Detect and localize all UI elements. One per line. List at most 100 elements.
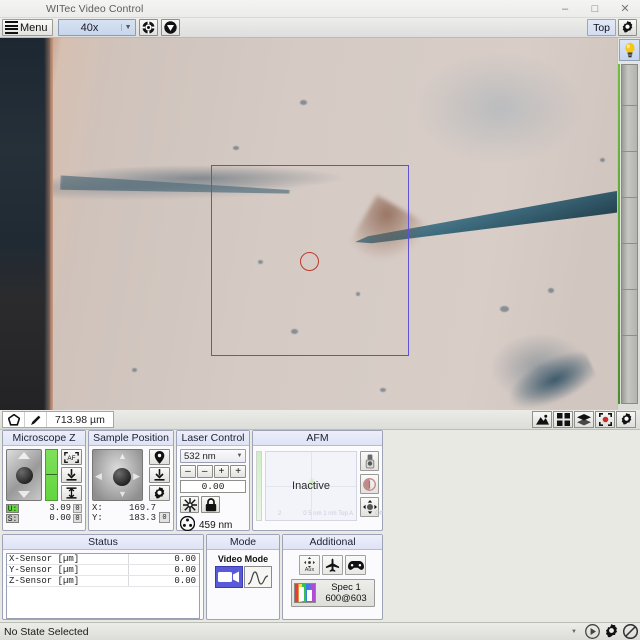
- xy-readouts: X: 169.7 Y: 183.3 0: [92, 503, 170, 523]
- gamepad-button[interactable]: [345, 555, 366, 575]
- afm-status-plot[interactable]: Inactive 2 0 5 nm 1 nm Top A Off: [265, 451, 383, 521]
- hamburger-icon: [5, 21, 18, 34]
- state-value: No State Selected: [4, 625, 89, 638]
- close-button[interactable]: ✕: [610, 0, 640, 18]
- z-position-bar[interactable]: [45, 449, 58, 501]
- image-icon[interactable]: [532, 411, 552, 428]
- marker-pin-button[interactable]: [149, 449, 170, 465]
- status-value: 0.00: [174, 565, 196, 575]
- video-mode-button[interactable]: [214, 566, 243, 588]
- gear-icon[interactable]: [602, 623, 621, 640]
- spec1-line1: Spec 1: [331, 582, 361, 593]
- record-icon[interactable]: [595, 411, 615, 428]
- aux-label: Aux: [304, 567, 315, 573]
- video-view[interactable]: 50.00 µm: [0, 38, 617, 410]
- sample-speck: [600, 158, 605, 162]
- autofocus-button[interactable]: AF: [61, 449, 82, 465]
- xy-readout-row: X: 169.7: [92, 503, 159, 513]
- measure-toolbar: 713.98 µm: [0, 410, 640, 430]
- airplane-button[interactable]: [322, 555, 343, 575]
- laser-spot-marker[interactable]: [300, 252, 319, 271]
- panel-laser-control: Laser Control 532 nm ▼ – – + + 0.00 459 …: [176, 430, 250, 534]
- aperture-icon[interactable]: [179, 515, 196, 534]
- minimize-button[interactable]: –: [550, 0, 580, 18]
- table-row: Y-Sensor [µm] 0.00: [7, 565, 199, 576]
- chevron-down-icon: ▼: [118, 489, 127, 499]
- joystick-knob[interactable]: [15, 466, 33, 484]
- laser-power-value[interactable]: 0.00: [180, 480, 246, 493]
- sample-speck: [380, 388, 386, 392]
- view-tool-buttons: [532, 411, 638, 428]
- play-icon[interactable]: [583, 623, 602, 640]
- witec-video-control-window: WITec Video Control – □ ✕ Menu 40x ▼ Top…: [0, 0, 640, 640]
- z-user-zero-button[interactable]: 0: [73, 503, 82, 513]
- xy-joystick[interactable]: ▲ ▼ ◀ ▶: [92, 449, 143, 501]
- xy-move-down-button[interactable]: [149, 467, 170, 483]
- magnification-select[interactable]: 40x ▼: [57, 19, 136, 36]
- no-entry-icon[interactable]: [621, 623, 640, 640]
- laser-decrease-coarse-button[interactable]: –: [180, 465, 196, 478]
- x-value: 169.7: [128, 503, 156, 513]
- panel-microscope-z: Microscope Z AF U: 3.09 0 S: 0.00 0: [2, 430, 86, 531]
- panel-title: Sample Position: [89, 431, 173, 446]
- pencil-icon[interactable]: [25, 412, 47, 427]
- brightness-slider[interactable]: [621, 64, 638, 404]
- lightbulb-icon[interactable]: [619, 39, 640, 61]
- tip-approach-button[interactable]: [360, 451, 379, 471]
- measurement-display[interactable]: 713.98 µm: [2, 411, 114, 428]
- z-range-button[interactable]: [61, 485, 82, 501]
- status-value: 0.00: [174, 576, 196, 586]
- menu-button[interactable]: Menu: [2, 19, 53, 36]
- lock-icon[interactable]: [201, 496, 220, 513]
- window-controls: – □ ✕: [550, 0, 640, 18]
- laser-burst-icon[interactable]: [180, 496, 199, 513]
- xy-zero-button[interactable]: 0: [159, 512, 170, 523]
- chevron-up-icon: ▲: [118, 451, 127, 461]
- layers-icon[interactable]: [574, 411, 594, 428]
- video-circle-icon[interactable]: [160, 19, 180, 36]
- magnification-value: 40x: [80, 21, 99, 34]
- feedback-button[interactable]: [360, 474, 379, 494]
- state-select[interactable]: No State Selected ▼: [0, 623, 583, 640]
- z-joystick[interactable]: [6, 449, 42, 501]
- laser-wavelength-select[interactable]: 532 nm ▼: [180, 449, 246, 463]
- bottom-status-bar: No State Selected ▼: [0, 622, 640, 640]
- crosshair-target-icon[interactable]: [138, 19, 158, 36]
- view-top-label: Top: [593, 21, 610, 34]
- gear-icon[interactable]: [618, 19, 637, 36]
- measurement-value: 713.98 µm: [55, 413, 105, 426]
- status-label: Z-Sensor [µm]: [7, 576, 129, 586]
- maximize-button[interactable]: □: [580, 0, 610, 18]
- menu-button-label: Menu: [20, 21, 48, 34]
- table-row: X-Sensor [µm] 0.00: [7, 554, 199, 565]
- spec1-button[interactable]: Spec 1 600@603: [290, 579, 375, 607]
- grid-icon[interactable]: [553, 411, 573, 428]
- z-sensor-zero-button[interactable]: 0: [73, 513, 82, 523]
- polygon-icon[interactable]: [3, 412, 25, 427]
- z-sensor-tag: S:: [6, 513, 19, 524]
- window-title: WITec Video Control: [46, 2, 144, 15]
- spec1-line2: 600@603: [325, 593, 367, 604]
- laser-increase-coarse-button[interactable]: +: [230, 465, 246, 478]
- sample-speck: [500, 306, 509, 312]
- gear-icon[interactable]: [616, 411, 636, 428]
- aux-button[interactable]: Aux: [299, 555, 320, 575]
- joystick-knob[interactable]: [113, 468, 131, 486]
- laser-increase-fine-button[interactable]: +: [213, 465, 230, 478]
- laser-decrease-fine-button[interactable]: –: [196, 465, 213, 478]
- sample-settings-button[interactable]: [149, 485, 170, 501]
- sample-speck: [300, 100, 307, 105]
- spectrum-mode-button[interactable]: [243, 566, 272, 588]
- z-move-down-button[interactable]: [61, 467, 82, 483]
- panel-title: Microscope Z: [3, 431, 85, 446]
- chevron-up-icon: [18, 452, 30, 459]
- panel-title: AFM: [253, 431, 382, 446]
- video-right-toolbar: [617, 38, 640, 410]
- panel-additional: Additional Aux Spec 1 600@603: [282, 534, 383, 620]
- view-top-button[interactable]: Top: [587, 19, 616, 36]
- z-user-tag: U:: [6, 503, 19, 514]
- panel-mode: Mode Video Mode: [206, 534, 280, 620]
- afm-signal-gauge: [256, 451, 262, 521]
- laser-power-steppers: – – + +: [180, 465, 246, 478]
- panel-afm: AFM Inactive 2 0 5 nm 1 nm Top A Off: [252, 430, 383, 531]
